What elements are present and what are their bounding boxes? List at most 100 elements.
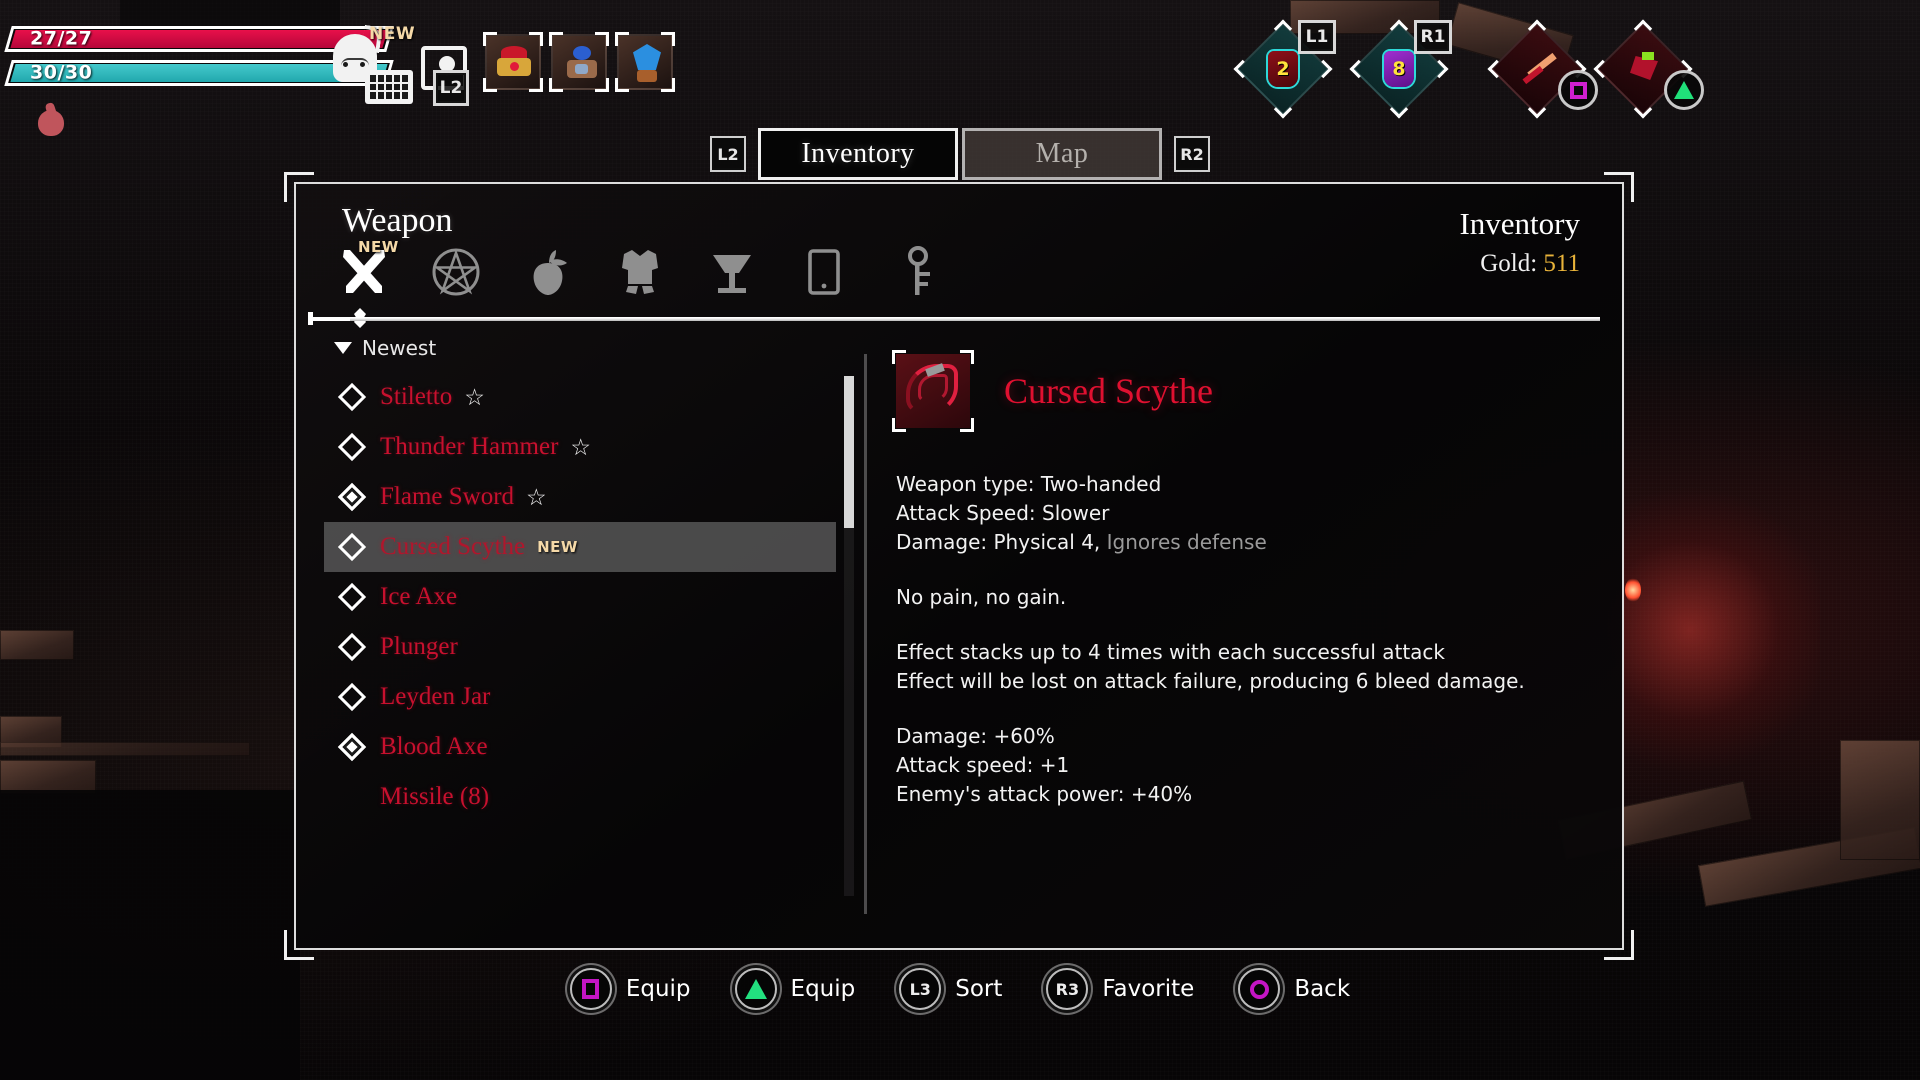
bg-brick bbox=[0, 760, 96, 794]
category-tab-food[interactable] bbox=[520, 244, 576, 300]
category-tab-magic[interactable] bbox=[428, 244, 484, 300]
key-icon bbox=[908, 246, 930, 295]
bg-brick bbox=[1840, 740, 1920, 860]
modifier-line: Attack speed: +1 bbox=[896, 753, 1070, 777]
down-caret-icon bbox=[334, 342, 352, 354]
triangle-button-icon bbox=[734, 968, 777, 1010]
category-tab-drink[interactable] bbox=[704, 244, 760, 300]
prompt-equip-square[interactable]: Equip bbox=[569, 968, 691, 1010]
item-list[interactable]: Stiletto ☆ Thunder Hammer ☆ Flame Sword … bbox=[324, 372, 836, 892]
sort-label: Newest bbox=[362, 336, 437, 360]
item-detail-panel: Cursed Scythe Weapon type: Two-handed At… bbox=[892, 350, 1596, 918]
list-scrollbar[interactable] bbox=[844, 376, 854, 896]
window-corner-tl bbox=[284, 172, 330, 218]
circle-button-icon bbox=[1238, 968, 1281, 1010]
r1-key-badge: R1 bbox=[1414, 20, 1452, 54]
item-name: Cursed Scythe bbox=[380, 533, 526, 560]
item-new-badge: NEW bbox=[537, 538, 578, 556]
item-name: Ice Axe bbox=[380, 583, 458, 610]
armor-icon bbox=[622, 250, 658, 294]
item-name: Stiletto bbox=[380, 383, 453, 410]
tab-prev-key: L2 bbox=[710, 136, 746, 172]
red-potion-count: 2 bbox=[1268, 51, 1298, 87]
favorite-star-icon: ☆ bbox=[570, 433, 592, 460]
window-corner-br bbox=[1588, 914, 1634, 960]
item-name: Flame Sword bbox=[380, 483, 515, 510]
square-button-icon bbox=[569, 968, 612, 1010]
equipment-slot-3[interactable] bbox=[615, 32, 675, 92]
item-name: Thunder Hammer bbox=[380, 433, 559, 460]
tab-inventory[interactable]: Inventory bbox=[758, 128, 958, 180]
gold-value: 511 bbox=[1543, 250, 1580, 277]
prompt-sort[interactable]: L3 Sort bbox=[899, 968, 1002, 1010]
category-tab-armor[interactable] bbox=[612, 244, 668, 300]
prompt-back[interactable]: Back bbox=[1238, 968, 1350, 1010]
item-modifiers-block: Damage: +60% Attack speed: +1 Enemy's at… bbox=[896, 722, 1536, 809]
calendar-icon[interactable] bbox=[365, 70, 413, 104]
effect-line: Effect stacks up to 4 times with each su… bbox=[896, 640, 1446, 664]
prompt-favorite[interactable]: R3 Favorite bbox=[1046, 968, 1194, 1010]
item-detail-body: Weapon type: Two-handed Attack Speed: Sl… bbox=[896, 470, 1536, 809]
stat-weapon-type: Weapon type: Two-handed bbox=[896, 472, 1162, 496]
inventory-header: Inventory Gold: 511 bbox=[1459, 206, 1580, 278]
torch-flame bbox=[1625, 578, 1641, 602]
fruit-icon bbox=[533, 250, 567, 295]
list-item[interactable]: Blood Axe bbox=[324, 722, 836, 772]
prompt-equip-triangle[interactable]: Equip bbox=[734, 968, 856, 1010]
r3-text: R3 bbox=[1055, 979, 1080, 999]
list-item[interactable]: Plunger bbox=[324, 622, 836, 672]
item-bullet-icon bbox=[337, 532, 367, 562]
item-detail-header: Cursed Scythe bbox=[892, 350, 1596, 432]
purple-potion-count: 8 bbox=[1384, 51, 1414, 87]
list-item[interactable]: Ice Axe bbox=[324, 572, 836, 622]
list-scrollbar-thumb[interactable] bbox=[844, 376, 854, 528]
list-item[interactable]: Missile (8) bbox=[324, 772, 836, 822]
health-bar: 27/27 bbox=[4, 26, 394, 52]
equipment-slot-1[interactable] bbox=[483, 32, 543, 92]
tab-map[interactable]: Map bbox=[962, 128, 1162, 180]
triangle-button-icon bbox=[1664, 70, 1704, 110]
weapon-new-badge: NEW bbox=[358, 238, 399, 256]
l3-text: L3 bbox=[909, 979, 931, 999]
sort-control[interactable]: Newest bbox=[334, 336, 436, 360]
button-prompt-bar: Equip Equip L3 Sort R3 Favorite Back bbox=[0, 968, 1920, 1010]
game-screen: 27/27 30/30 NEW L2 2 L1 8 R1 L2 Inventor… bbox=[0, 0, 1920, 1080]
list-item[interactable]: Stiletto ☆ bbox=[324, 372, 836, 422]
r3-button-icon: R3 bbox=[1046, 968, 1089, 1010]
prompt-label: Equip bbox=[790, 976, 856, 1002]
category-tab-key[interactable] bbox=[888, 244, 944, 300]
list-item-selected[interactable]: Cursed Scythe NEW bbox=[324, 522, 836, 572]
map-l2-key: L2 bbox=[433, 70, 469, 106]
stat-attack-speed: Attack Speed: Slower bbox=[896, 501, 1110, 525]
health-bar-label: 27/27 bbox=[30, 27, 93, 50]
equipment-slot-2[interactable] bbox=[549, 32, 609, 92]
l1-key-badge: L1 bbox=[1298, 20, 1336, 54]
window-corner-bl bbox=[284, 914, 330, 960]
item-equipped-bullet-icon bbox=[337, 732, 367, 762]
list-item[interactable]: Thunder Hammer ☆ bbox=[324, 422, 836, 472]
item-bullet-icon bbox=[337, 582, 367, 612]
goblet-icon bbox=[713, 255, 751, 293]
l3-button-icon: L3 bbox=[899, 968, 942, 1010]
effect-line: Effect will be lost on attack failure, p… bbox=[896, 669, 1525, 693]
bg-brick bbox=[0, 742, 250, 756]
square-button-icon bbox=[1558, 70, 1598, 110]
bg-shadow bbox=[0, 790, 300, 1080]
inventory-window: Weapon Inventory Gold: 511 NEW Newest St… bbox=[284, 172, 1634, 960]
gold-display: Gold: 511 bbox=[1459, 250, 1580, 278]
page-title: Weapon bbox=[342, 202, 453, 239]
tab-next-key: R2 bbox=[1174, 136, 1210, 172]
cursed-scythe-icon bbox=[892, 350, 974, 432]
category-tab-weapon[interactable]: NEW bbox=[336, 238, 398, 300]
sword-divider bbox=[308, 308, 1600, 328]
list-item[interactable]: Flame Sword ☆ bbox=[324, 472, 836, 522]
stat-damage-main: Damage: Physical 4, bbox=[896, 530, 1107, 554]
list-item[interactable]: Leyden Jar bbox=[324, 672, 836, 722]
category-tab-device[interactable] bbox=[796, 244, 852, 300]
pentagram-icon bbox=[432, 248, 480, 296]
item-name: Leyden Jar bbox=[380, 683, 491, 710]
tablet-icon bbox=[808, 249, 840, 295]
modifier-line: Damage: +60% bbox=[896, 724, 1055, 748]
favorite-star-icon: ☆ bbox=[464, 383, 485, 410]
category-tabs: NEW bbox=[336, 238, 944, 300]
